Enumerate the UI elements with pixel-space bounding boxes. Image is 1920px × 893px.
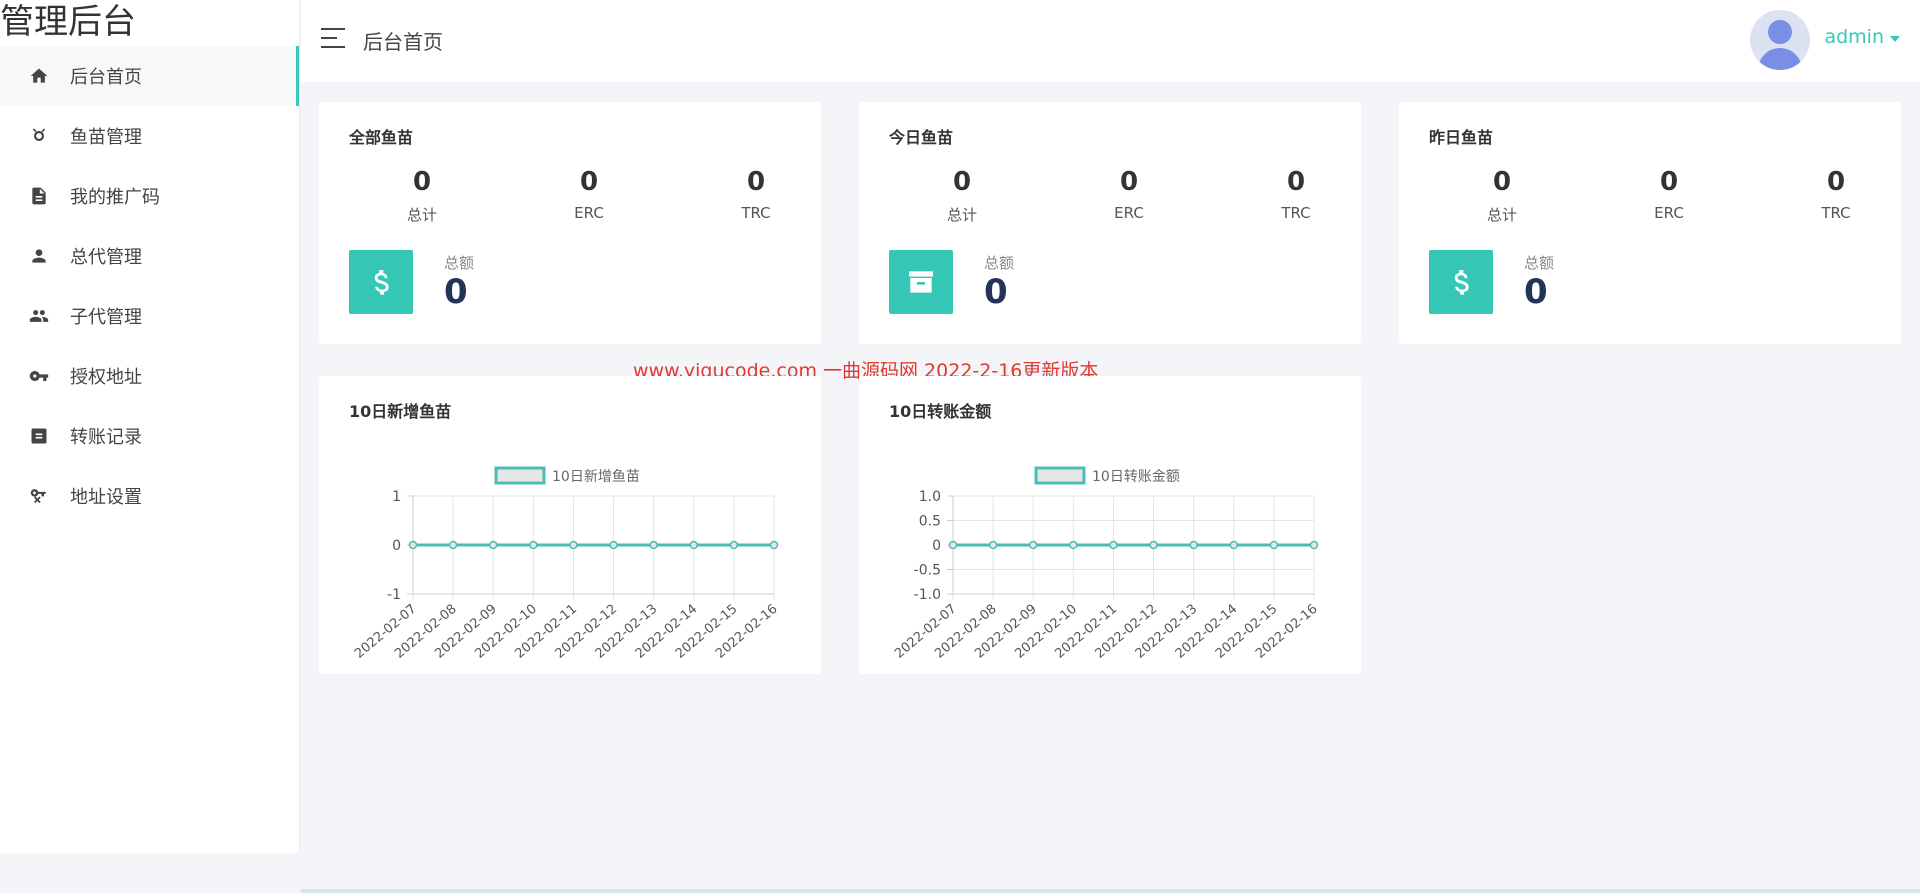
total-value: 0 [444, 272, 468, 312]
sidebar-footer [0, 853, 300, 893]
card-title: 今日鱼苗 [889, 128, 954, 147]
sidebar-item-label: 地址设置 [70, 487, 142, 508]
sidebar-item-label: 鱼苗管理 [70, 127, 142, 148]
legend-label: 10日转账金额 [1092, 469, 1180, 485]
sidebar-item-address-settings[interactable]: 地址设置 [0, 466, 299, 526]
data-point [609, 540, 618, 550]
total-value: 0 [984, 272, 1008, 312]
stat-erc: 0 ERC [574, 167, 604, 222]
card-title: 昨日鱼苗 [1429, 128, 1494, 147]
avatar[interactable] [1750, 10, 1810, 70]
data-point [1309, 540, 1319, 550]
sidebar-nav: 后台首页 鱼苗管理 我的推广码 总代管理 子代管理 授权地址 转账记录 地址设置 [0, 46, 299, 526]
data-point [1229, 540, 1239, 550]
data-point [1149, 540, 1158, 550]
y-tick-label: 0 [932, 538, 941, 554]
data-point [769, 540, 779, 550]
data-point [689, 540, 699, 550]
sidebar-item-label: 转账记录 [70, 427, 142, 448]
sidebar-item-fish[interactable]: 鱼苗管理 [0, 106, 299, 166]
stat-total: 0 总计 [1486, 167, 1517, 224]
chart-card-transfer-amount: 10日转账金额 10日转账金额 1.0 0.5 0 -0.5 -1.0 2022-02-07… [859, 376, 1361, 674]
sidebar-item-label: 总代管理 [70, 247, 142, 268]
data-point [948, 540, 958, 550]
data-point [649, 540, 658, 550]
y-tick-label: -0.5 [914, 563, 941, 579]
data-point [408, 540, 418, 550]
sidebar-item-label: 子代管理 [70, 307, 142, 328]
data-point [729, 540, 739, 550]
legend-label: 10日新增鱼苗 [552, 468, 640, 485]
chart-card-new-fish: 10日新增鱼苗 10日新增鱼苗 1 0 -1 2022-02-07 2022-02-08 2… [319, 376, 821, 674]
bottom-scroll-bar [301, 889, 1920, 893]
y-tick-label: 1.0 [919, 489, 941, 505]
dollar-icon [1429, 250, 1493, 314]
sidebar-item-sub-agent[interactable]: 子代管理 [0, 286, 299, 346]
document-icon [28, 185, 50, 207]
y-tick-label: 1 [392, 489, 401, 505]
brand-title: 管理后台 [0, 2, 136, 42]
data-point [1109, 540, 1118, 550]
avatar-body-icon [1758, 48, 1802, 70]
home-icon [28, 65, 50, 87]
list-box-icon [28, 425, 50, 447]
hamburger-icon [321, 28, 345, 30]
menu-toggle-button[interactable] [321, 28, 347, 50]
sidebar-item-promo-code[interactable]: 我的推广码 [0, 166, 299, 226]
sidebar: 管理后台 后台首页 鱼苗管理 我的推广码 总代管理 子代管理 授权地址 转账记录 [0, 0, 300, 893]
stat-card-today: 今日鱼苗 0 总计 0 ERC 0 TRC 总额 0 [859, 102, 1361, 344]
key-setting-icon [28, 485, 50, 507]
data-point [488, 540, 498, 550]
sidebar-item-label: 我的推广码 [70, 187, 160, 208]
top-header: 后台首页 admin [301, 0, 1920, 82]
person-icon [28, 245, 50, 267]
line-chart-new-fish: 10日新增鱼苗10-12022-02-072022-02-082022-02-0… [352, 466, 781, 662]
people-icon [28, 305, 50, 327]
line-chart-transfer-amount: 10日转账金额1.00.50-0.5-1.02022-02-072022-02-… [892, 466, 1321, 662]
stat-trc: 0 TRC [1281, 167, 1311, 222]
stat-erc: 0 ERC [1654, 167, 1684, 222]
y-tick-label: 0.5 [919, 514, 941, 530]
sidebar-item-label: 授权地址 [70, 367, 142, 388]
page-title: 后台首页 [363, 30, 443, 54]
stat-total: 0 总计 [946, 167, 977, 224]
stat-card-yesterday: 昨日鱼苗 0 总计 0 ERC 0 TRC 总额 0 [1399, 102, 1901, 344]
avatar-head-icon [1768, 20, 1792, 44]
sidebar-item-label: 后台首页 [70, 67, 142, 88]
fish-icon [28, 125, 50, 147]
data-point [529, 540, 538, 550]
data-point [1028, 540, 1038, 550]
card-title: 全部鱼苗 [349, 128, 414, 147]
total-value: 0 [1524, 272, 1548, 312]
sidebar-item-general-agent[interactable]: 总代管理 [0, 226, 299, 286]
caret-down-icon[interactable] [1890, 36, 1900, 42]
dollar-icon [349, 250, 413, 314]
stat-card-all: 全部鱼苗 0 总计 0 ERC 0 TRC 总额 0 [319, 102, 821, 344]
data-point [569, 540, 578, 550]
data-point [988, 540, 998, 550]
sidebar-item-transfer-records[interactable]: 转账记录 [0, 406, 299, 466]
stat-trc: 0 TRC [741, 167, 771, 222]
data-point [1069, 540, 1078, 550]
total-label: 总额 [984, 254, 1015, 272]
stat-total: 0 总计 [406, 167, 437, 224]
legend-swatch [1034, 466, 1086, 485]
stat-trc: 0 TRC [1821, 167, 1851, 222]
total-label: 总额 [1524, 254, 1555, 272]
stat-erc: 0 ERC [1114, 167, 1144, 222]
user-menu[interactable]: admin [1824, 26, 1884, 48]
archive-icon [889, 250, 953, 314]
total-label: 总额 [444, 254, 475, 272]
y-tick-label: 0 [392, 538, 401, 554]
data-point [1269, 540, 1279, 550]
key-icon [28, 365, 50, 387]
legend-swatch [494, 466, 546, 485]
data-point [1189, 540, 1198, 550]
y-tick-label: -1.0 [914, 587, 941, 603]
data-point [448, 540, 458, 550]
sidebar-item-auth-address[interactable]: 授权地址 [0, 346, 299, 406]
y-tick-label: -1 [387, 587, 401, 603]
sidebar-item-home[interactable]: 后台首页 [0, 46, 299, 106]
